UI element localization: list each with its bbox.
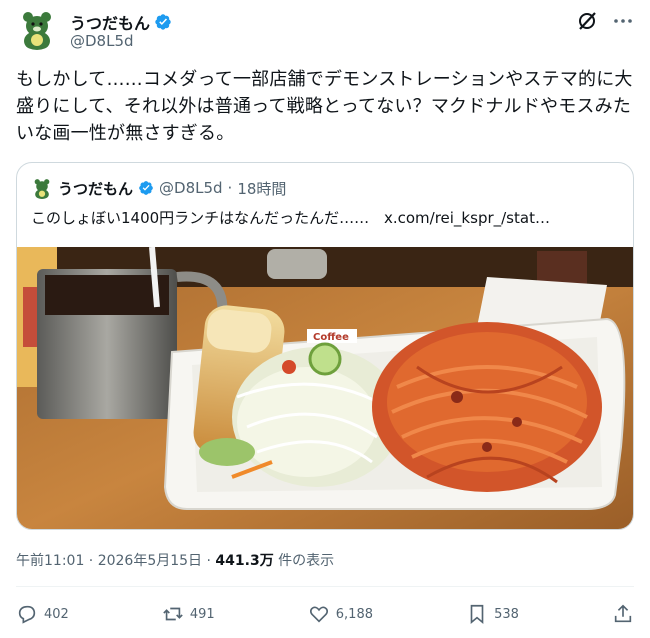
divider xyxy=(16,586,634,587)
grok-icon[interactable] xyxy=(576,10,598,32)
quote-text-line: このしょぼい1400円ランチはなんだったんだ…… x.com/rei_kspr_… xyxy=(31,207,619,228)
quote-author-avatar xyxy=(31,177,53,199)
reply-icon xyxy=(18,605,36,624)
tweet-header: うつだもん @D8L5d xyxy=(16,8,634,56)
like-button[interactable]: 6,188 xyxy=(308,603,373,625)
retweet-icon xyxy=(163,607,183,621)
verified-badge-icon xyxy=(155,14,171,30)
bookmark-count: 538 xyxy=(494,606,519,622)
views-count: 441.3万 xyxy=(215,553,274,569)
quote-separator: · xyxy=(227,179,233,197)
tweet-timestamp[interactable]: 午前11:01 · 2026年5月15日 xyxy=(16,553,202,569)
quote-verified-badge-icon xyxy=(139,181,153,195)
plate-logo-text: Coffee xyxy=(313,332,349,343)
share-icon xyxy=(614,604,632,623)
author-avatar[interactable] xyxy=(16,8,58,50)
food-photo[interactable]: Coffee xyxy=(17,247,634,530)
reply-button[interactable]: 402 xyxy=(16,603,69,625)
quote-time: 18時間 xyxy=(237,179,287,198)
quote-link[interactable]: x.com/rei_kspr_/stat… xyxy=(384,209,550,227)
quote-author-handle: @D8L5d xyxy=(159,179,223,197)
reply-count: 402 xyxy=(44,606,69,622)
quote-text: このしょぼい1400円ランチはなんだったんだ…… xyxy=(31,209,370,227)
author-handle[interactable]: @D8L5d xyxy=(70,32,134,50)
meta-separator: · xyxy=(206,553,211,569)
tweet-meta: 午前11:01 · 2026年5月15日 · 441.3万 件の表示 xyxy=(16,550,334,570)
action-bar: 402 491 6,188 538 xyxy=(16,600,634,628)
author-name[interactable]: うつだもん xyxy=(70,10,150,34)
bookmark-icon xyxy=(470,604,484,625)
more-options-icon[interactable] xyxy=(612,10,634,32)
heart-icon xyxy=(309,606,328,623)
quoted-tweet[interactable]: うつだもん @D8L5d · 18時間 このしょぼい1400円ランチはなんだった… xyxy=(16,162,634,530)
like-count: 6,188 xyxy=(335,606,373,622)
quote-author-name: うつだもん xyxy=(58,179,134,198)
bookmark-button[interactable]: 538 xyxy=(466,603,519,625)
retweet-button[interactable]: 491 xyxy=(162,603,215,625)
views-label: 件の表示 xyxy=(278,553,335,569)
share-button[interactable] xyxy=(612,603,634,625)
tweet-text: もしかして……コメダって一部店舗でデモンストレーションやステマ的に大盛りにして、… xyxy=(16,69,633,144)
retweet-count: 491 xyxy=(189,606,215,622)
